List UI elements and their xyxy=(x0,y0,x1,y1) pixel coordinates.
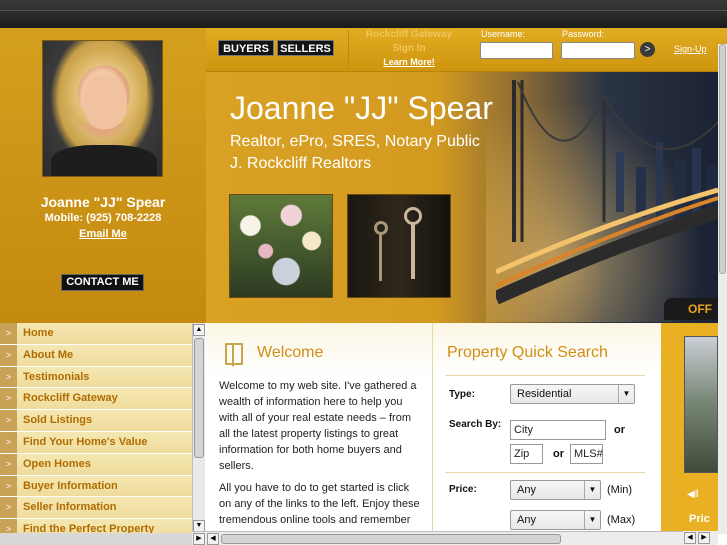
max-label: (Max) xyxy=(607,514,636,526)
agent-mobile: Mobile: (925) 708-2228 xyxy=(44,212,162,224)
quick-search-panel: Property Quick Search Type: Residential ▼… xyxy=(433,323,661,533)
hero-brokerage: J. Rockcliff Realtors xyxy=(230,155,372,172)
slideshow-control-icon[interactable]: ◀‖ xyxy=(687,489,699,500)
chevron-right-icon: > xyxy=(0,453,17,475)
nav-item-open-homes[interactable]: > Open Homes xyxy=(0,453,192,476)
hero-banner: Joanne "JJ" Spear Realtor, ePro, SRES, N… xyxy=(206,72,718,323)
or-label: or xyxy=(553,448,564,460)
flowers-photo xyxy=(229,194,333,298)
price-label: Price: xyxy=(449,484,477,495)
welcome-paragraph: All you have to do to get started is cli… xyxy=(219,482,420,533)
header-bar: BUYERS SELLERS Rockcliff Gateway Sign In… xyxy=(206,28,727,72)
agent-photo xyxy=(42,40,163,177)
scroll-up-icon[interactable]: ▲ xyxy=(193,324,205,336)
city-input[interactable]: City xyxy=(510,420,606,440)
login-go-button[interactable]: > xyxy=(640,42,655,57)
top-bar xyxy=(0,0,727,28)
sidebar-nav: > Home > About Me > Testimonials > Rockcliff… xyxy=(0,323,192,533)
signup-link[interactable]: Sign-Up xyxy=(674,44,707,54)
chevron-right-icon: > xyxy=(0,519,17,533)
nav-item-seller-information[interactable]: > Seller Information xyxy=(0,497,192,520)
quick-search-title: Property Quick Search xyxy=(447,344,608,361)
scrollbar-corner: ◀ ▶ xyxy=(683,531,718,545)
password-input[interactable] xyxy=(561,42,635,59)
search-by-label: Search By: xyxy=(449,419,502,430)
scroll-thumb[interactable] xyxy=(194,338,204,458)
or-label: or xyxy=(614,424,625,436)
username-input[interactable] xyxy=(480,42,553,59)
featured-price-label: Pric xyxy=(689,513,710,525)
hero-agent-name: Joanne "JJ" Spear xyxy=(230,90,493,126)
window-vertical-scrollbar[interactable] xyxy=(718,44,727,534)
email-me-link[interactable]: Email Me xyxy=(0,228,206,240)
username-label: Username: xyxy=(481,29,526,39)
scroll-right-icon[interactable]: ▶ xyxy=(698,532,710,544)
type-select[interactable]: Residential ▼ xyxy=(510,384,635,404)
chevron-down-icon: ▼ xyxy=(584,481,600,499)
welcome-panel: Welcome Welcome to my web site. I've gat… xyxy=(206,323,433,533)
door-icon xyxy=(225,343,243,365)
chevron-right-icon: > xyxy=(0,344,17,366)
buyers-button[interactable]: BUYERS xyxy=(218,40,274,56)
chevron-right-icon: > xyxy=(0,388,17,410)
welcome-paragraph: Welcome to my web site. I've gathered a … xyxy=(219,380,417,472)
min-price-select[interactable]: Any ▼ xyxy=(510,480,601,500)
welcome-text: Welcome to my web site. I've gathered a … xyxy=(219,378,424,533)
password-label: Password: xyxy=(562,29,605,39)
keys-photo xyxy=(347,194,451,298)
page: Joanne "JJ" Spear Mobile: (925) 708-2228… xyxy=(0,0,727,545)
chevron-right-icon: > xyxy=(0,497,17,519)
nav-item-sold-listings[interactable]: > Sold Listings xyxy=(0,410,192,432)
nav-item-testimonials[interactable]: > Testimonials xyxy=(0,366,192,389)
mls-input[interactable]: MLS# xyxy=(570,444,603,464)
learn-more-link[interactable]: Learn More! xyxy=(354,57,464,67)
zip-input[interactable]: Zip xyxy=(510,444,543,464)
welcome-title: Welcome xyxy=(257,344,324,361)
type-label: Type: xyxy=(449,389,475,400)
agent-profile: Joanne "JJ" Spear Mobile: (925) 708-2228… xyxy=(0,28,206,323)
nav-item-buyer-information[interactable]: > Buyer Information xyxy=(0,475,192,498)
chevron-right-icon: > xyxy=(0,323,17,344)
gateway-signin-title: Rockcliff Gateway Sign In xyxy=(365,29,453,54)
sellers-button[interactable]: SELLERS xyxy=(277,40,334,56)
nav-scrollbar[interactable]: ▲ ▼ xyxy=(192,323,205,533)
nav-item-about-me[interactable]: > About Me xyxy=(0,344,192,367)
scroll-left-icon[interactable]: ◀ xyxy=(207,533,219,545)
featured-slideshow: ◀‖ Pric xyxy=(661,323,718,533)
divider xyxy=(348,30,349,70)
nav-scroll-corner[interactable]: ▶ xyxy=(192,531,206,545)
nav-item-rockcliff-gateway[interactable]: > Rockcliff Gateway xyxy=(0,388,192,411)
agent-name: Joanne "JJ" Spear xyxy=(40,194,166,210)
featured-property-image xyxy=(684,336,718,473)
hero-credentials: Realtor, ePro, SRES, Notary Public xyxy=(230,133,480,150)
scroll-left-icon[interactable]: ◀ xyxy=(684,532,696,544)
max-price-select[interactable]: Any ▼ xyxy=(510,510,601,530)
nav-item-find-property[interactable]: > Find the Perfect Property xyxy=(0,519,192,533)
chevron-down-icon: ▼ xyxy=(584,511,600,529)
min-label: (Min) xyxy=(607,484,633,496)
chevron-right-icon: > xyxy=(0,366,17,388)
scroll-thumb[interactable] xyxy=(221,534,561,544)
bay-bridge-image xyxy=(496,80,718,305)
horizontal-scrollbar[interactable]: ◀ xyxy=(206,531,718,545)
chevron-down-icon: ▼ xyxy=(618,385,634,403)
chevron-right-icon: > xyxy=(0,431,17,453)
chevron-right-icon: > xyxy=(0,410,17,431)
nav-item-home-value[interactable]: > Find Your Home's Value xyxy=(0,431,192,454)
contact-me-button[interactable]: CONTACT ME xyxy=(61,274,144,291)
chevron-right-icon: > xyxy=(0,475,17,497)
offer-tab[interactable]: OFF xyxy=(664,298,718,320)
nav-item-home[interactable]: > Home xyxy=(0,323,192,345)
